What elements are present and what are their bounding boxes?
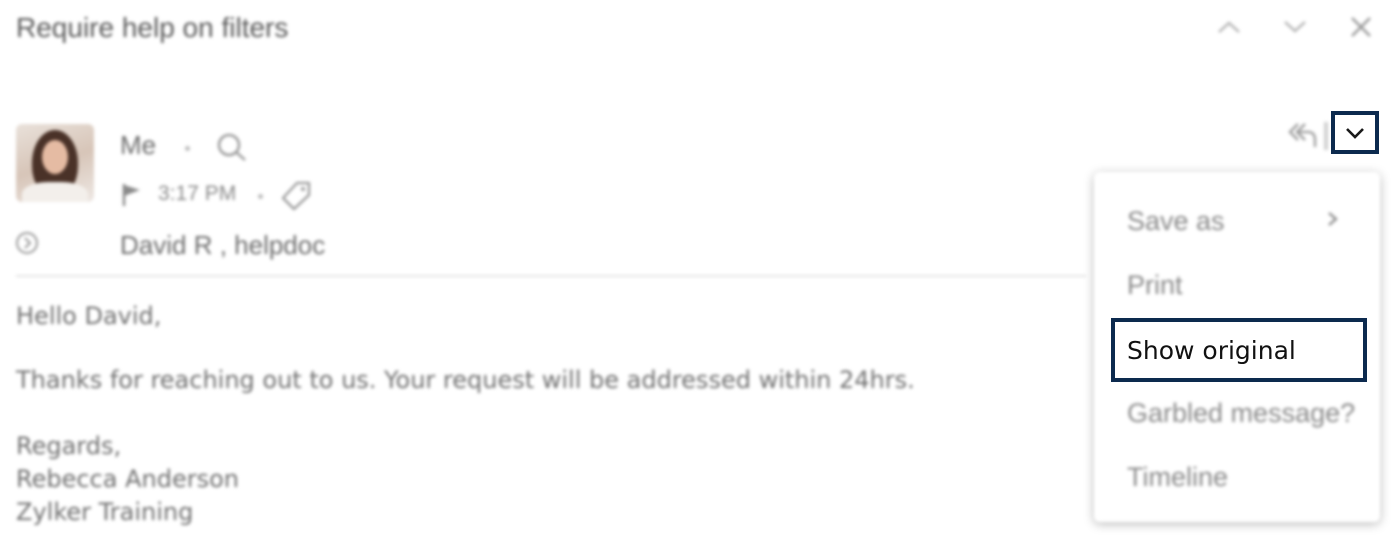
- menu-item-show-original[interactable]: Show original: [1111, 318, 1367, 382]
- blurred-background: Require help on filters Me 3:17 PM David…: [0, 0, 1392, 540]
- flag-icon[interactable]: [120, 182, 144, 208]
- body-company: Zylker Training: [16, 498, 194, 526]
- close-icon[interactable]: [1346, 12, 1376, 42]
- email-view: Require help on filters Me 3:17 PM David…: [0, 0, 1392, 540]
- separator-dot: [185, 146, 190, 151]
- email-subject: Require help on filters: [16, 12, 289, 43]
- body-signoff: Regards,: [16, 432, 122, 460]
- chevron-down-icon: [1346, 127, 1364, 139]
- sender-name[interactable]: Me: [120, 130, 156, 161]
- chevron-right-icon: [1328, 212, 1338, 226]
- more-actions-dropdown-button[interactable]: [1331, 111, 1379, 154]
- tag-icon[interactable]: [280, 180, 312, 212]
- chevron-up-icon[interactable]: [1214, 12, 1244, 42]
- menu-item-garbled-message[interactable]: Garbled message?: [1127, 398, 1355, 429]
- divider: [16, 275, 1086, 277]
- body-message: Thanks for reaching out to us. Your requ…: [16, 366, 915, 394]
- recipients[interactable]: David R , helpdoc: [120, 230, 325, 261]
- top-actions: [1214, 12, 1376, 42]
- expand-icon[interactable]: [14, 230, 40, 256]
- chevron-down-icon[interactable]: [1280, 12, 1310, 42]
- body-greeting: Hello David,: [16, 302, 162, 330]
- toolbar-separator: [1324, 122, 1328, 150]
- body-name: Rebecca Anderson: [16, 465, 239, 493]
- email-time: 3:17 PM: [158, 182, 237, 205]
- separator-dot: [258, 194, 263, 199]
- menu-item-save-as[interactable]: Save as: [1127, 206, 1225, 237]
- search-icon[interactable]: [216, 132, 248, 162]
- menu-item-print[interactable]: Print: [1127, 270, 1183, 301]
- reply-all-icon[interactable]: [1286, 120, 1318, 150]
- avatar: [16, 124, 94, 202]
- menu-item-timeline[interactable]: Timeline: [1127, 462, 1228, 493]
